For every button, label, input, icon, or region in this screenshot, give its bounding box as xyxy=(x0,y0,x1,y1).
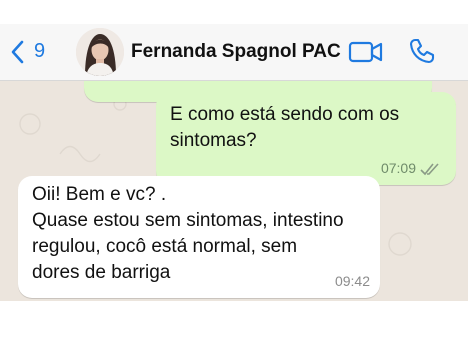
message-time: 07:09 xyxy=(380,160,416,176)
avatar[interactable] xyxy=(76,28,124,76)
contact-name[interactable]: Fernanda Spagnol PAC xyxy=(131,41,341,63)
message-time: 09:42 xyxy=(334,273,370,289)
chat-header: 9 Fernanda Spagnol PAC xyxy=(0,24,468,81)
unread-count[interactable]: 9 xyxy=(34,40,45,63)
message-text: Oii! Bem e vc? . Quase estou sem sintoma… xyxy=(32,184,344,283)
message-text: E como está sendo com os sintomas? xyxy=(170,104,400,151)
outgoing-message-bubble[interactable]: E como está sendo com os sintomas? 07:09 xyxy=(156,92,456,185)
video-camera-icon[interactable] xyxy=(348,39,384,65)
chat-screen: 9 Fernanda Spagnol PAC ▬ ▬ E como está s… xyxy=(0,24,468,301)
phone-icon[interactable] xyxy=(408,37,436,65)
double-check-icon xyxy=(420,163,439,176)
incoming-message-bubble[interactable]: Oii! Bem e vc? . Quase estou sem sintoma… xyxy=(18,176,380,298)
chevron-left-icon[interactable] xyxy=(8,38,28,66)
